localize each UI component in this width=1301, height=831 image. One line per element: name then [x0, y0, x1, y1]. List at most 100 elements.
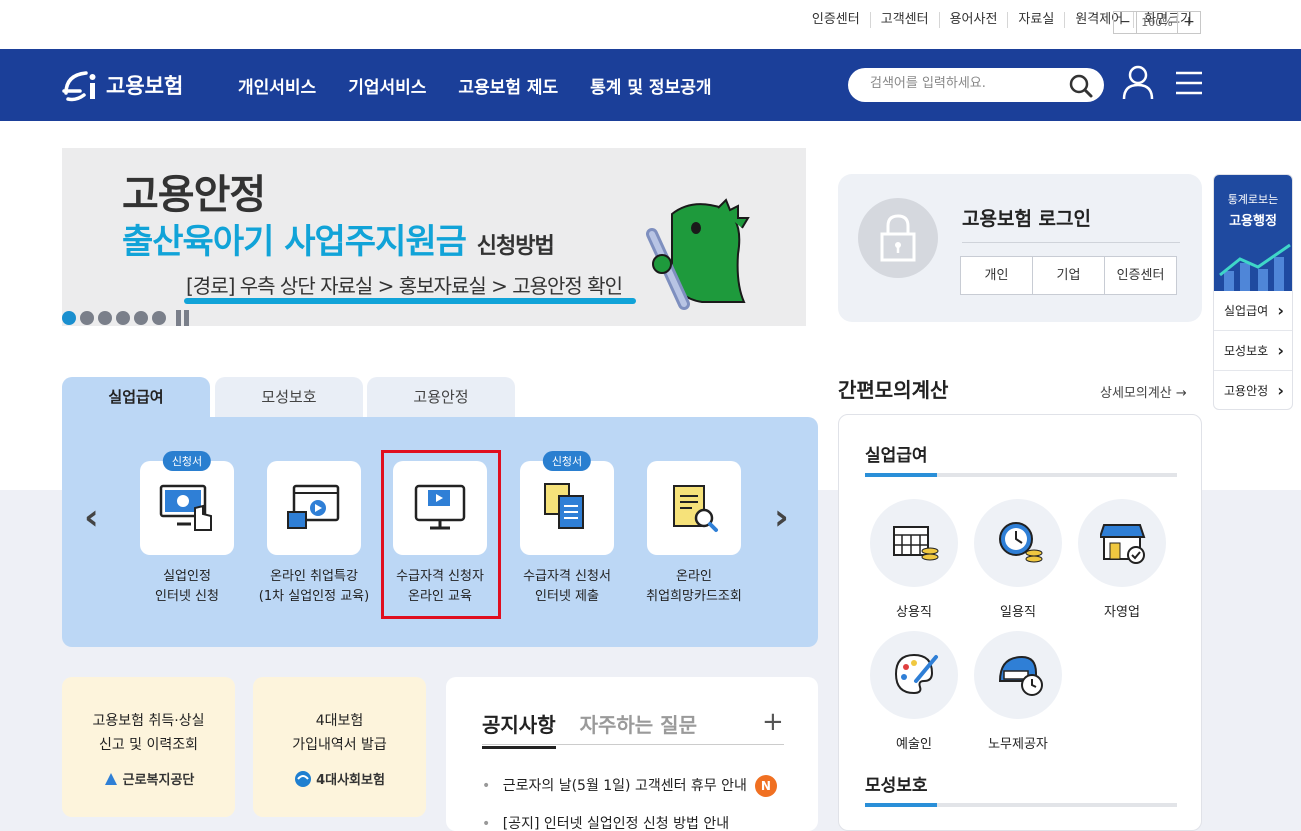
- quick-card-org-name: 4대사회보험: [316, 773, 385, 788]
- new-badge: N: [754, 775, 777, 797]
- search-icon[interactable]: [1068, 73, 1094, 99]
- notice-item[interactable]: 근로자의 날(5월 1일) 고객센터 휴무 안내 N: [482, 775, 777, 797]
- notice-panel: 공지사항 자주하는 질문 + 근로자의 날(5월 1일) 고객센터 휴무 안내 N…: [446, 677, 818, 831]
- service-item[interactable]: 신청서 수급자격 신청서 인터넷 제출: [497, 451, 637, 607]
- calc-item[interactable]: 노무제공자: [973, 631, 1063, 752]
- util-link-glossary[interactable]: 용어사전: [940, 12, 1009, 28]
- side-stats-banner[interactable]: 통계로보는 고용행정: [1214, 175, 1292, 291]
- quick-card-4insurance[interactable]: 4대보험 가입내역서 발급 4대사회보험: [253, 677, 426, 817]
- site-logo[interactable]: 고용보험: [62, 67, 183, 103]
- tab-faq[interactable]: 자주하는 질문: [580, 709, 697, 749]
- calc-item-label: 예술인: [896, 737, 932, 752]
- zoom-out-button[interactable]: −: [1114, 12, 1136, 33]
- next-arrow-icon[interactable]: ›: [774, 497, 789, 538]
- quick-card-insurance-report[interactable]: 고용보험 취득·상실 신고 및 이력조회 근로복지공단: [62, 677, 235, 817]
- service-label: 온라인 취업특강 (1차 실업인정 교육): [258, 569, 370, 604]
- nav-business[interactable]: 기업서비스: [348, 73, 426, 98]
- login-cert-button[interactable]: 인증센터: [1104, 256, 1177, 295]
- side-item[interactable]: 실업급여: [1214, 291, 1292, 331]
- banner-dot[interactable]: [116, 311, 130, 325]
- tab-notice[interactable]: 공지사항: [482, 709, 556, 749]
- dinosaur-mascot-icon: [646, 198, 750, 310]
- calc-section-bar: [865, 473, 1177, 477]
- clock-coins-icon: [999, 522, 1043, 563]
- palette-icon: [894, 653, 938, 695]
- calc-item[interactable]: 상용직: [869, 499, 959, 620]
- login-personal-button[interactable]: 개인: [960, 256, 1033, 295]
- notice-item[interactable]: [공지] 인터넷 실업인정 신청 방법 안내: [482, 813, 729, 831]
- tab-unemployment[interactable]: 실업급여: [62, 377, 210, 419]
- calc-item-label: 상용직: [896, 605, 932, 620]
- banner-dot[interactable]: [98, 311, 112, 325]
- calc-item[interactable]: 예술인: [869, 631, 959, 752]
- nav-personal[interactable]: 개인서비스: [238, 73, 316, 98]
- notice-more-icon[interactable]: +: [762, 707, 784, 737]
- banner-line2-suffix: 신청방법: [476, 234, 555, 259]
- calc-item[interactable]: 일용직: [973, 499, 1063, 620]
- banner-dot[interactable]: [152, 311, 166, 325]
- 4insurance-logo-icon: [295, 770, 312, 787]
- login-panel: 고용보험 로그인 개인 기업 인증센터: [838, 174, 1202, 322]
- calc-item-circle: [974, 499, 1062, 587]
- kcomwel-logo-icon: [104, 772, 117, 785]
- service-icon-box: 신청서: [140, 451, 234, 555]
- quick-card-org: 근로복지공단: [62, 769, 235, 788]
- service-item[interactable]: 신청서 실업인정 인터넷 신청: [117, 451, 257, 607]
- nav-system[interactable]: 고용보험 제도: [458, 73, 558, 98]
- search-box: [848, 68, 1104, 102]
- calc-item-label: 노무제공자: [988, 737, 1048, 752]
- side-stats-small: 통계로보는: [1227, 193, 1279, 206]
- service-item[interactable]: 온라인 취업희망카드조회: [624, 461, 764, 607]
- helmet-clock-icon: [998, 655, 1043, 696]
- chart-graphic-icon: [1219, 243, 1291, 291]
- banner-line2: 출산육아기 사업주지원금 신청방법: [122, 214, 555, 263]
- notice-divider: [482, 744, 784, 745]
- login-business-button[interactable]: 기업: [1032, 256, 1105, 295]
- card-search-icon: [673, 485, 718, 532]
- tab-employment-stability[interactable]: 고용안정: [367, 377, 515, 417]
- service-icon-box: [267, 461, 361, 555]
- search-input[interactable]: [870, 76, 1060, 91]
- login-divider: [962, 242, 1180, 243]
- login-title: 고용보험 로그인: [962, 208, 1091, 230]
- calc-item[interactable]: 자영업: [1077, 499, 1167, 620]
- promo-banner[interactable]: 고용안정 출산육아기 사업주지원금 신청방법 [경로] 우측 상단 자료실 > …: [62, 148, 806, 326]
- calendar-coins-icon: [893, 526, 939, 561]
- banner-dot[interactable]: [62, 311, 76, 325]
- nav-stats[interactable]: 통계 및 정보공개: [590, 73, 711, 98]
- banner-dot[interactable]: [80, 311, 94, 325]
- monitor-click-icon: [159, 484, 212, 531]
- util-link-library[interactable]: 자료실: [1008, 12, 1066, 28]
- util-link-customer[interactable]: 고객센터: [871, 12, 940, 28]
- util-link-cert[interactable]: 인증센터: [802, 12, 871, 28]
- banner-underline: [184, 298, 636, 304]
- banner-line2-main: 출산육아기 사업주지원금: [122, 222, 467, 262]
- user-icon[interactable]: [1122, 65, 1154, 101]
- zoom-in-button[interactable]: +: [1178, 12, 1200, 33]
- side-item[interactable]: 고용안정: [1214, 371, 1292, 409]
- banner-pause-icon[interactable]: [176, 310, 189, 326]
- selection-highlight: [381, 450, 501, 619]
- utility-bar: 인증센터 고객센터 용어사전 자료실 원격제어 화면크기 − 100% +: [0, 0, 1301, 48]
- calc-detail-link[interactable]: 상세모의계산 →: [1100, 382, 1187, 401]
- service-label: 수급자격 신청서 인터넷 제출: [523, 569, 611, 604]
- calc-item-label: 일용직: [1000, 605, 1036, 620]
- quick-card-title: 4대보험 가입내역서 발급: [292, 713, 387, 753]
- prev-arrow-icon[interactable]: ‹: [84, 497, 99, 538]
- video-window-icon: [287, 484, 340, 529]
- zoom-control: − 100% +: [1113, 11, 1201, 34]
- tab-maternity[interactable]: 모성보호: [215, 377, 363, 417]
- banner-dot[interactable]: [134, 311, 148, 325]
- service-icon-box: [647, 461, 741, 555]
- global-nav: 개인서비스 기업서비스 고용보험 제도 통계 및 정보공개: [238, 73, 712, 98]
- calc-item-circle: [870, 631, 958, 719]
- apply-badge: 신청서: [542, 451, 592, 471]
- hamburger-menu-icon[interactable]: [1176, 71, 1202, 95]
- side-item[interactable]: 모성보호: [1214, 331, 1292, 371]
- banner-path: [경로] 우측 상단 자료실 > 홍보자료실 > 고용안정 확인: [186, 274, 623, 298]
- calc-item-label: 자영업: [1104, 605, 1140, 620]
- calc-panel: 실업급여 상용직 일용직 자영업 예술인 노무제공자 모성보호: [838, 414, 1202, 831]
- calc-section-maternity: 모성보호: [865, 776, 928, 796]
- notice-item-text: 근로자의 날(5월 1일) 고객센터 휴무 안내: [502, 778, 747, 794]
- service-item[interactable]: 온라인 취업특강 (1차 실업인정 교육): [244, 461, 384, 607]
